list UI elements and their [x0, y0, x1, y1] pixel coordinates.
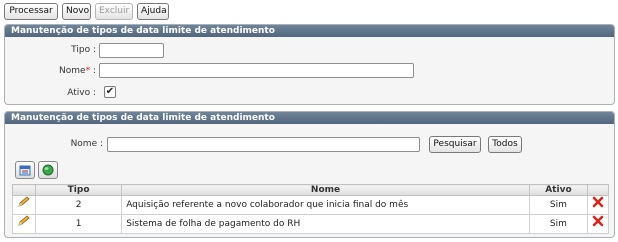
ajuda-button[interactable]: Ajuda — [137, 3, 169, 20]
pencil-icon[interactable] — [17, 215, 31, 227]
pesquisar-button[interactable]: Pesquisar — [429, 136, 481, 153]
cell-ativo: Sim — [528, 195, 588, 215]
novo-button[interactable]: Novo — [62, 3, 91, 20]
export-icon — [19, 165, 31, 175]
cell-nome: Sistema de folha de pagamento do RH — [121, 214, 530, 234]
required-mark: * — [85, 66, 91, 76]
ativo-label: Ativo : — [67, 88, 96, 98]
refresh-globe-icon — [42, 164, 54, 176]
delete-column-header — [586, 184, 610, 196]
edit-cell[interactable] — [12, 214, 36, 234]
form-panel: Manutenção de tipos de data limite de at… — [4, 24, 615, 105]
table-row[interactable]: 1 Sistema de folha de pagamento do RH Si… — [12, 214, 610, 234]
refresh-button[interactable] — [38, 161, 58, 179]
nome-colon: : — [92, 66, 96, 76]
cell-nome: Aquisição referente a novo colaborador q… — [121, 195, 530, 215]
delete-cell[interactable] — [586, 195, 610, 215]
ativo-checkbox[interactable]: ✔ — [104, 86, 116, 98]
nome-input[interactable] — [99, 63, 414, 78]
excluir-button[interactable]: Excluir — [95, 3, 133, 20]
pencil-icon[interactable] — [17, 196, 31, 208]
results-table: Tipo Nome Ativo 2 Aquisição referente a … — [12, 184, 610, 234]
column-header-ativo[interactable]: Ativo — [528, 184, 588, 196]
delete-x-icon[interactable] — [592, 215, 604, 227]
toolbar: Processar Novo Excluir Ajuda — [4, 3, 169, 21]
export-button[interactable] — [15, 161, 35, 179]
todos-button[interactable]: Todos — [488, 136, 522, 153]
tipo-label: Tipo : — [71, 45, 96, 55]
table-header-row: Tipo Nome Ativo — [12, 184, 610, 196]
search-panel: Manutenção de tipos de data limite de at… — [4, 111, 615, 238]
table-row[interactable]: 2 Aquisição referente a novo colaborador… — [12, 195, 610, 215]
delete-cell[interactable] — [586, 214, 610, 234]
search-nome-label: Nome : — [70, 139, 103, 149]
column-header-tipo[interactable]: Tipo — [34, 184, 123, 196]
cell-tipo: 1 — [34, 214, 123, 234]
edit-column-header — [12, 184, 36, 196]
search-nome-input[interactable] — [107, 137, 420, 152]
form-panel-title: Manutenção de tipos de data limite de at… — [5, 25, 614, 37]
cell-ativo: Sim — [528, 214, 588, 234]
column-header-nome[interactable]: Nome — [121, 184, 530, 196]
tipo-input[interactable] — [99, 43, 164, 58]
checkmark-icon: ✔ — [105, 86, 115, 97]
nome-label: Nome — [59, 66, 86, 76]
cell-tipo: 2 — [34, 195, 123, 215]
delete-x-icon[interactable] — [592, 196, 604, 208]
search-panel-title: Manutenção de tipos de data limite de at… — [5, 112, 614, 124]
nome-label-group: Nome* : — [59, 66, 96, 76]
edit-cell[interactable] — [12, 195, 36, 215]
processar-button[interactable]: Processar — [4, 3, 58, 20]
